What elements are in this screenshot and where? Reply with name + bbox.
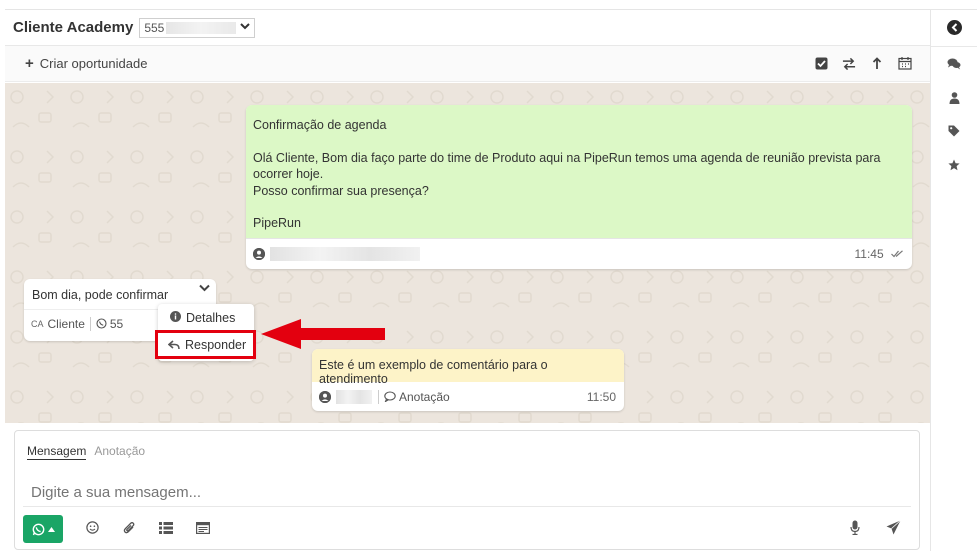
sidebar-item-tags[interactable] <box>945 122 963 140</box>
phone-prefix: 555 <box>144 20 165 35</box>
template-icon[interactable] <box>195 521 211 537</box>
comments-icon <box>947 58 961 70</box>
send-icon[interactable] <box>886 520 901 535</box>
sent-line-greeting: Olá Cliente, Bom dia faço parte do time … <box>253 150 881 182</box>
double-check-icon <box>891 249 904 261</box>
plus-icon: + <box>25 55 34 72</box>
reply-icon <box>168 339 180 350</box>
sent-time-text: 11:45 <box>854 247 884 261</box>
whatsapp-icon <box>96 318 107 329</box>
received-phone-prefix: 55 <box>109 316 124 331</box>
sent-time: 11:45 <box>855 247 904 261</box>
author-redacted <box>336 389 372 404</box>
whatsapp-icon <box>32 523 45 536</box>
chat-header: Cliente Academy 555 <box>5 10 930 46</box>
info-icon <box>170 310 181 325</box>
note-text: Este é um exemplo de comentário para o a… <box>312 349 624 386</box>
message-context-menu: Detalhes Responder <box>155 304 256 361</box>
export-icon[interactable] <box>870 56 884 70</box>
sent-message-body: Confirmação de agenda Olá Cliente, Bom d… <box>246 105 912 238</box>
note-type: Anotação <box>399 389 450 404</box>
contact-initials-badge: CA <box>31 318 44 329</box>
checkbox-icon[interactable] <box>814 56 828 70</box>
composer-actions <box>23 515 911 543</box>
menu-item-details[interactable]: Detalhes <box>158 304 254 331</box>
chevron-left-icon <box>946 19 962 35</box>
message-input[interactable] <box>31 477 911 507</box>
star-icon <box>948 159 960 171</box>
meta-divider <box>89 316 91 331</box>
phone-redacted <box>166 21 237 34</box>
sent-message[interactable]: Confirmação de agenda Olá Cliente, Bom d… <box>246 105 912 269</box>
calendar-icon[interactable] <box>898 56 912 70</box>
tag-icon <box>948 125 960 137</box>
chevron-down-icon <box>240 22 251 33</box>
sent-line-subject: Confirmação de agenda <box>253 118 387 132</box>
sent-line-signature: PipeRun <box>253 216 301 230</box>
user-icon <box>949 92 960 104</box>
collapse-panel-button[interactable] <box>945 18 963 36</box>
tab-message[interactable]: Mensagem <box>27 444 87 460</box>
tab-note[interactable]: Anotação <box>94 444 145 460</box>
menu-details-label: Detalhes <box>186 310 236 325</box>
user-circle-icon <box>319 390 331 403</box>
note-message[interactable]: Este é um exemplo de comentário para o a… <box>312 349 624 411</box>
rail-divider <box>931 46 977 47</box>
paperclip-icon[interactable] <box>121 521 137 538</box>
message-options-chevron-icon[interactable] <box>199 283 210 295</box>
toolbar-actions <box>814 56 912 70</box>
sent-line-question: Posso confirmar sua presença? <box>253 183 429 198</box>
sender-redacted <box>270 247 420 261</box>
meta-divider <box>378 389 379 404</box>
contact-title: Cliente Academy <box>13 19 134 36</box>
chat-panel: Cliente Academy 555 + Criar oportunidade <box>5 9 930 551</box>
comment-icon <box>384 391 396 402</box>
caret-up-icon <box>47 526 55 532</box>
transfer-icon[interactable] <box>842 56 856 70</box>
sidebar-item-contact[interactable] <box>945 89 963 107</box>
microphone-icon[interactable] <box>850 520 860 535</box>
whatsapp-channel-button[interactable] <box>23 515 63 543</box>
sent-message-footer: 11:45 <box>246 238 912 269</box>
note-time: 11:50 <box>586 389 616 404</box>
received-sender: Cliente <box>47 316 85 331</box>
message-area[interactable]: Confirmação de agenda Olá Cliente, Bom d… <box>5 83 930 423</box>
emoji-icon[interactable] <box>84 521 100 537</box>
menu-reply-label: Responder <box>185 337 247 352</box>
note-footer: Anotação 11:50 <box>312 382 624 411</box>
composer-right-actions <box>850 520 901 535</box>
message-composer: Mensagem Anotação <box>14 430 920 550</box>
create-opportunity-label: Criar oportunidade <box>39 56 148 71</box>
sidebar-item-favorites[interactable] <box>945 156 963 174</box>
right-sidebar <box>930 9 977 551</box>
menu-item-reply[interactable]: Responder <box>155 330 256 359</box>
user-circle-icon <box>253 248 265 260</box>
phone-select[interactable]: 555 <box>139 17 256 38</box>
red-arrow-annotation <box>261 319 385 349</box>
create-opportunity-button[interactable]: + Criar oportunidade <box>25 55 147 72</box>
sidebar-item-conversations[interactable] <box>945 55 963 73</box>
list-icon[interactable] <box>158 521 174 537</box>
composer-divider <box>23 506 911 507</box>
composer-tabs: Mensagem Anotação <box>15 431 919 460</box>
chat-toolbar: + Criar oportunidade <box>5 46 930 82</box>
